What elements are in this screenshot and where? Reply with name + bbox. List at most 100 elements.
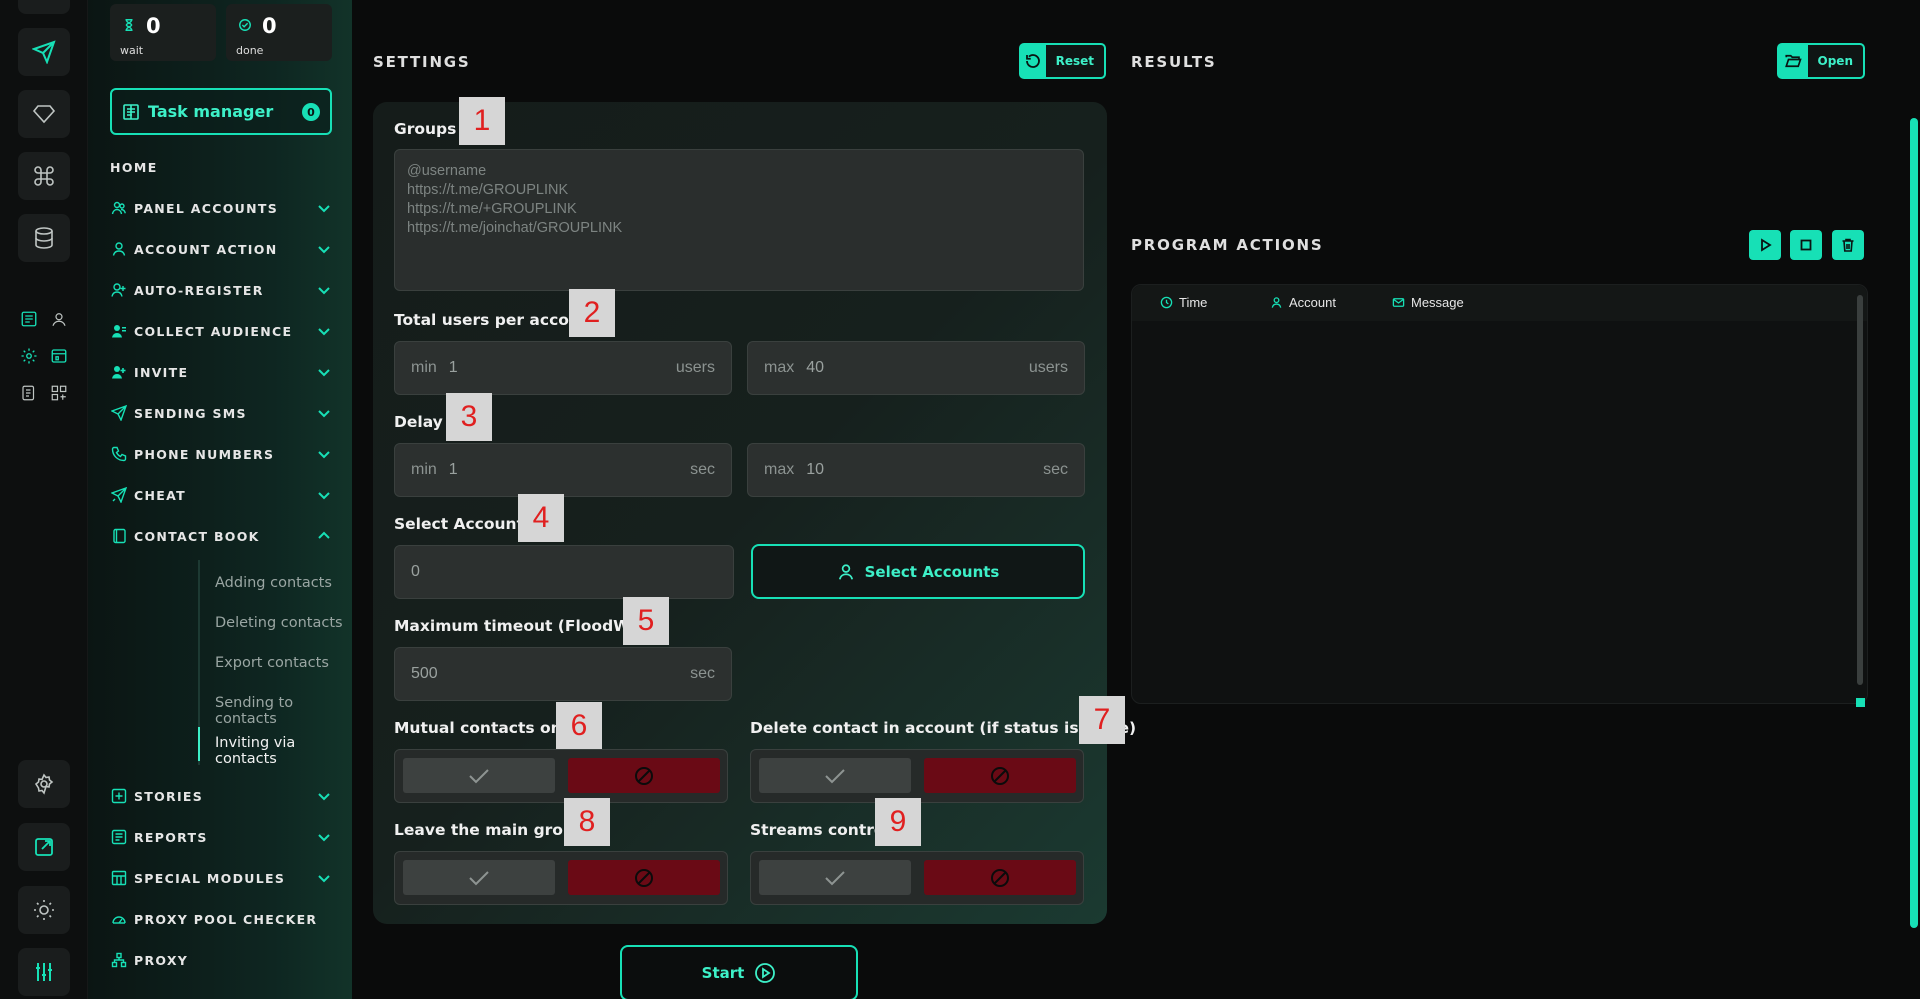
nav-item-label: CHEAT bbox=[134, 487, 186, 503]
timeout-label: Maximum timeout (FloodWait) bbox=[394, 617, 660, 635]
nav-item-auto-register[interactable]: AUTO-REGISTER bbox=[110, 279, 332, 301]
annotation-tag-2: 2 bbox=[569, 289, 615, 337]
nav-item-proxy[interactable]: PROXY bbox=[110, 949, 332, 971]
nav-item-cheat[interactable]: CHEAT bbox=[110, 484, 332, 506]
command-icon bbox=[34, 166, 54, 186]
toggle-no-button[interactable] bbox=[924, 758, 1076, 793]
rail-theme-button[interactable] bbox=[18, 886, 70, 934]
toggle-no-button[interactable] bbox=[568, 860, 720, 895]
toggle-no-button[interactable] bbox=[924, 860, 1076, 895]
sub-item-export-contacts[interactable]: Export contacts bbox=[215, 655, 329, 671]
chevron-down-icon bbox=[318, 369, 330, 377]
nav-sidebar: 0 wait 0 done Task manager 0 HOME PANEL … bbox=[88, 0, 352, 999]
annotation-tag-8: 8 bbox=[564, 798, 610, 846]
rail-database-button[interactable] bbox=[18, 214, 70, 262]
reset-label: Reset bbox=[1055, 54, 1094, 68]
send-icon bbox=[111, 405, 127, 421]
groups-textarea[interactable]: @username https://t.me/GROUPLINK https:/… bbox=[394, 149, 1084, 291]
rail-notes-button[interactable] bbox=[18, 382, 40, 404]
sub-item-deleting-contacts[interactable]: Deleting contacts bbox=[215, 615, 343, 631]
log-col-label: Account bbox=[1289, 295, 1336, 310]
nav-item-invite[interactable]: INVITE bbox=[110, 361, 332, 383]
wait-label: wait bbox=[120, 44, 144, 57]
log-col-time[interactable]: Time bbox=[1160, 295, 1207, 310]
trash-icon bbox=[1842, 238, 1854, 252]
log-scrollbar[interactable] bbox=[1857, 295, 1863, 685]
toggle-yes-button[interactable] bbox=[403, 758, 555, 793]
rail-command-button[interactable] bbox=[18, 152, 70, 200]
nav-item-special-modules[interactable]: SPECIAL MODULES bbox=[110, 867, 332, 889]
rail-grid-button[interactable] bbox=[48, 382, 70, 404]
database-icon bbox=[35, 227, 53, 249]
annotation-tag-1: 1 bbox=[459, 97, 505, 145]
stop-action-button[interactable] bbox=[1790, 230, 1822, 260]
rail-diamond-button[interactable] bbox=[18, 90, 70, 138]
reset-button[interactable]: Reset bbox=[1019, 43, 1106, 79]
select-accounts-label-text: Select Accounts bbox=[864, 562, 1000, 581]
submenu-active-indicator bbox=[198, 727, 200, 761]
mail-icon bbox=[1392, 298, 1405, 307]
nav-item-panel-accounts[interactable]: PANEL ACCOUNTS bbox=[110, 197, 332, 219]
toggle-yes-button[interactable] bbox=[403, 860, 555, 895]
users-max-input[interactable]: max 40 users bbox=[747, 341, 1085, 395]
timeout-input[interactable]: 500 sec bbox=[394, 647, 732, 701]
nav-item-phone-numbers[interactable]: PHONE NUMBERS bbox=[110, 443, 332, 465]
sub-item-sending-to-contacts[interactable]: Sending to contacts bbox=[215, 695, 352, 727]
rail-list-button[interactable] bbox=[18, 308, 40, 330]
start-button[interactable]: Start bbox=[620, 945, 858, 999]
select-accounts-button[interactable]: Select Accounts bbox=[751, 544, 1085, 599]
total-users-label: Total users per account bbox=[394, 311, 599, 329]
done-label: done bbox=[236, 44, 264, 57]
input-suffix: sec bbox=[1043, 461, 1068, 478]
accounts-count-input[interactable]: 0 bbox=[394, 545, 734, 599]
nav-item-proxy-pool-checker[interactable]: PROXY POOL CHECKER bbox=[110, 908, 332, 930]
sub-item-adding-contacts[interactable]: Adding contacts bbox=[215, 575, 332, 591]
rail-dashboard-button[interactable] bbox=[48, 345, 70, 367]
log-col-account[interactable]: Account bbox=[1270, 295, 1336, 310]
nav-item-stories[interactable]: STORIES bbox=[110, 785, 332, 807]
ban-icon bbox=[635, 766, 653, 785]
users-min-input[interactable]: min 1 users bbox=[394, 341, 732, 395]
rail-external-button[interactable] bbox=[18, 823, 70, 871]
ban-icon bbox=[635, 868, 653, 887]
log-resize-handle[interactable] bbox=[1856, 698, 1865, 707]
run-action-button[interactable] bbox=[1749, 230, 1781, 260]
toggle-yes-button[interactable] bbox=[759, 860, 911, 895]
nav-item-account-action[interactable]: ACCOUNT ACTION bbox=[110, 238, 332, 260]
nav-item-sending-sms[interactable]: SENDING SMS bbox=[110, 402, 332, 424]
rail-top-button[interactable] bbox=[18, 0, 70, 14]
user-list-icon bbox=[112, 325, 126, 338]
chevron-down-icon bbox=[318, 834, 330, 842]
clear-log-button[interactable] bbox=[1832, 230, 1864, 260]
user-circle-icon bbox=[52, 313, 66, 326]
rail-settings-button[interactable] bbox=[18, 345, 40, 367]
sliders-icon bbox=[36, 963, 52, 981]
nav-home[interactable]: HOME bbox=[110, 160, 158, 175]
nav-item-contact-book[interactable]: CONTACT BOOK bbox=[110, 525, 332, 547]
sub-item-inviting-via-contacts[interactable]: Inviting via contacts bbox=[215, 735, 352, 767]
nav-item-reports[interactable]: REPORTS bbox=[110, 826, 332, 848]
input-value: 500 bbox=[411, 665, 438, 682]
rail-sliders-button[interactable] bbox=[18, 948, 70, 996]
log-col-message[interactable]: Message bbox=[1392, 295, 1464, 310]
rail-user-button[interactable] bbox=[48, 308, 70, 330]
delay-min-input[interactable]: min 1 sec bbox=[394, 443, 732, 497]
rail-send-button[interactable] bbox=[18, 28, 70, 76]
streams-control-label: Streams control bbox=[750, 821, 890, 839]
annotation-tag-9: 9 bbox=[875, 798, 921, 846]
diamond-icon bbox=[32, 105, 56, 124]
toggle-no-button[interactable] bbox=[568, 758, 720, 793]
rail-preferences-button[interactable] bbox=[18, 760, 70, 808]
toggle-yes-button[interactable] bbox=[759, 758, 911, 793]
input-suffix: sec bbox=[690, 665, 715, 682]
nav-item-label: PANEL ACCOUNTS bbox=[134, 200, 278, 216]
select-accounts-label: Select Accounts bbox=[394, 515, 534, 533]
chevron-down-icon bbox=[318, 328, 330, 336]
nav-item-collect-audience[interactable]: COLLECT AUDIENCE bbox=[110, 320, 332, 342]
open-results-button[interactable]: Open bbox=[1777, 43, 1865, 79]
sun-icon bbox=[34, 900, 54, 920]
page-scrollbar[interactable] bbox=[1910, 118, 1918, 928]
delay-max-input[interactable]: max 10 sec bbox=[747, 443, 1085, 497]
nav-item-label: COLLECT AUDIENCE bbox=[134, 323, 293, 339]
task-manager-button[interactable]: Task manager 0 bbox=[110, 88, 332, 135]
